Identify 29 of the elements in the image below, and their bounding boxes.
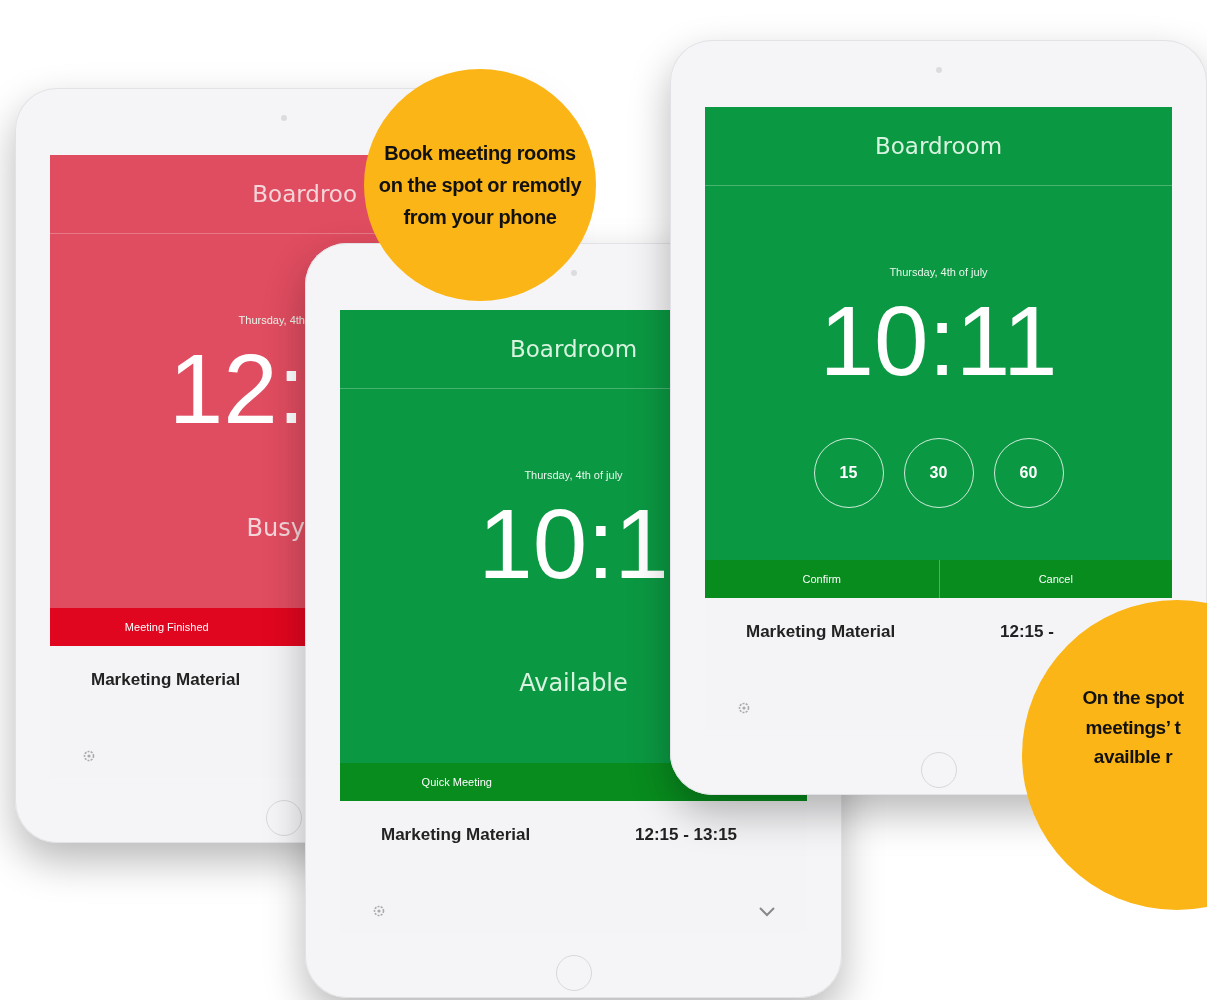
clock-time: 10:1 [478,495,669,593]
settings-icon[interactable] [83,750,95,762]
date-label: Thursday, 4th of july [524,469,623,481]
meeting-title: Marketing Material [381,825,532,845]
action-button[interactable]: Meeting Finished [50,608,284,646]
meeting-title: Marketing Material [746,622,897,642]
clock-time: 10:11 [819,292,1058,390]
settings-icon[interactable] [738,702,750,714]
room-name: Boardroom [509,336,638,362]
camera-dot [570,270,577,276]
settings-icon[interactable] [373,905,385,917]
meeting-time: 12:15 - [1000,622,1055,642]
date-label: Thursday, 4th of july [889,266,988,278]
availability-status: Busy [246,514,305,542]
meeting-time: 12:15 - 13:15 [635,825,739,845]
room-name: Boardroo [252,181,357,207]
chevron-down-icon[interactable] [759,907,775,917]
date-label: Thursday, 4th [238,314,305,326]
availability-status: Available [519,669,628,697]
callout-text: On the spot meetings’ t availble r [1081,686,1185,770]
clock-time: 12: [168,340,305,438]
action-button[interactable]: Cancel [938,560,1172,598]
room-name: Boardroom [874,133,1003,159]
camera-dot [280,115,287,121]
meeting-title: Marketing Material [91,670,242,690]
action-button[interactable]: Confirm [705,560,939,598]
camera-dot [935,67,942,73]
action-button[interactable]: Quick Meeting [340,763,574,801]
callout-text: Book meeting rooms on the spot or remotly from your phone [378,141,582,230]
